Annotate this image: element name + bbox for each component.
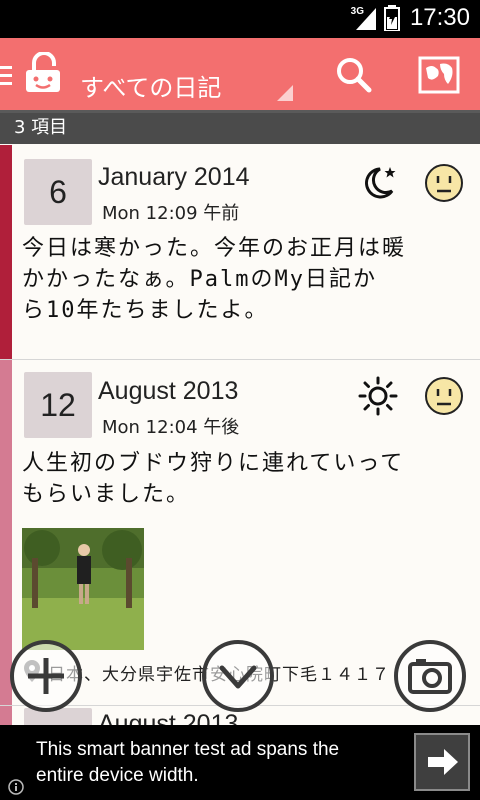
status-bar: 3G 17:30 bbox=[0, 0, 480, 38]
entry-day: 6 bbox=[24, 159, 92, 225]
signal-icon bbox=[356, 8, 376, 30]
ad-text-line: This smart banner test ad spans the bbox=[36, 739, 340, 760]
search-icon[interactable] bbox=[334, 56, 374, 96]
entry-datetime: Mon 12:09 午前 bbox=[102, 203, 240, 224]
entry-day: 12 bbox=[24, 372, 92, 438]
entry-body: 今日は寒かった。今年のお正月は暖 かかったなぁ。PalmのMy日記か ら10年た… bbox=[22, 236, 407, 323]
entry-month-year: January 2014 bbox=[98, 163, 250, 191]
chevron-down-icon bbox=[219, 665, 257, 689]
info-icon[interactable] bbox=[8, 779, 24, 795]
item-count-label: 3 項目 bbox=[14, 117, 68, 138]
moon-icon bbox=[365, 167, 396, 199]
ad-text: This smart banner test ad spans the enti… bbox=[36, 737, 339, 789]
entry-body: 人生初のブドウ狩りに連れていって もらいました。 bbox=[22, 451, 405, 507]
app-bar: すべての日記 bbox=[0, 38, 480, 110]
ad-text-line: entire device width. bbox=[36, 765, 199, 786]
drawer-icon[interactable] bbox=[0, 64, 14, 88]
entry-color-stripe bbox=[0, 145, 12, 359]
camera-button[interactable] bbox=[394, 640, 466, 712]
entry-month-year: August 2013 bbox=[98, 377, 239, 405]
neutral-face-icon bbox=[425, 377, 463, 415]
diary-entry[interactable]: 6 January 2014 Mon 12:09 午前 今日は寒かった。今年のお… bbox=[0, 145, 480, 360]
camera-icon bbox=[408, 659, 452, 694]
entry-photo[interactable] bbox=[22, 528, 144, 650]
map-icon[interactable] bbox=[418, 56, 460, 94]
ad-open-button[interactable] bbox=[414, 733, 470, 791]
ad-banner[interactable]: This smart banner test ad spans the enti… bbox=[0, 725, 480, 800]
arrow-right-icon bbox=[428, 749, 458, 775]
add-entry-button[interactable] bbox=[10, 640, 82, 712]
plus-icon bbox=[28, 658, 64, 694]
neutral-face-icon bbox=[425, 164, 463, 202]
item-count-bar: 3 項目 bbox=[0, 110, 480, 144]
entry-datetime: Mon 12:04 午後 bbox=[102, 417, 240, 438]
sun-icon bbox=[358, 376, 398, 416]
entry-color-stripe bbox=[0, 360, 12, 705]
dropdown-indicator-icon[interactable] bbox=[277, 85, 293, 101]
page-title[interactable]: すべての日記 bbox=[80, 68, 221, 103]
lock-face-icon[interactable] bbox=[24, 52, 64, 94]
clock: 17:30 bbox=[409, 4, 470, 31]
scroll-down-button[interactable] bbox=[202, 640, 274, 712]
battery-icon bbox=[384, 5, 400, 31]
